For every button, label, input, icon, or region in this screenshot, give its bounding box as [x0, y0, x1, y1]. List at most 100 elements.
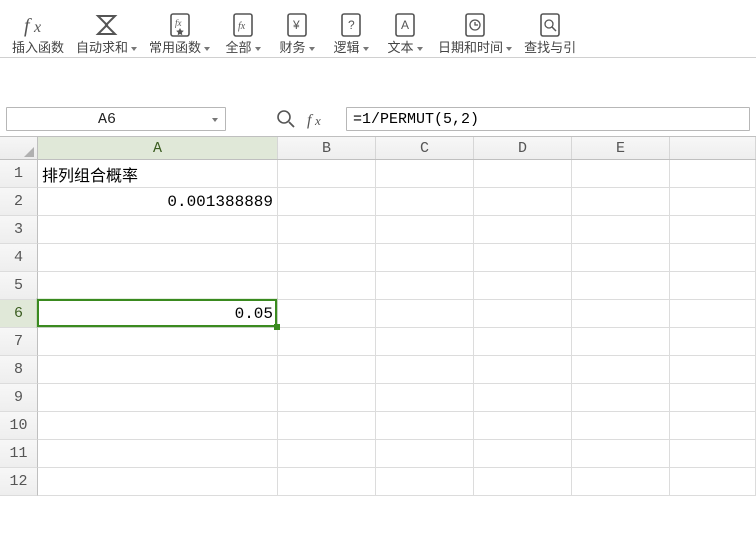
cell-D7[interactable]: [474, 328, 572, 356]
row-header-8[interactable]: 8: [0, 356, 38, 384]
row-header-11[interactable]: 11: [0, 440, 38, 468]
column-header-D[interactable]: D: [474, 137, 572, 159]
insert-function-button[interactable]: f x 插入函数: [6, 0, 70, 56]
cell-B5[interactable]: [278, 272, 376, 300]
date-time-functions-button[interactable]: 日期和时间: [432, 0, 518, 56]
column-header-C[interactable]: C: [376, 137, 474, 159]
cell-C5[interactable]: [376, 272, 474, 300]
formula-input[interactable]: =1/PERMUT(5,2): [346, 107, 750, 131]
cell-E12[interactable]: [572, 468, 670, 496]
cell-B11[interactable]: [278, 440, 376, 468]
cell-D1[interactable]: [474, 160, 572, 188]
cell-D2[interactable]: [474, 188, 572, 216]
all-functions-button[interactable]: fx 全部: [216, 0, 270, 56]
cell-C7[interactable]: [376, 328, 474, 356]
row-header-5[interactable]: 5: [0, 272, 38, 300]
cell-C2[interactable]: [376, 188, 474, 216]
cell-A9[interactable]: [38, 384, 278, 412]
row-header-1[interactable]: 1: [0, 160, 38, 188]
cell-C1[interactable]: [376, 160, 474, 188]
cell-A4[interactable]: [38, 244, 278, 272]
cell-E11[interactable]: [572, 440, 670, 468]
column-header-E[interactable]: E: [572, 137, 670, 159]
cell-B7[interactable]: [278, 328, 376, 356]
cell-A1[interactable]: 排列组合概率: [38, 160, 278, 188]
cell-extra[interactable]: [670, 412, 756, 440]
cell-C6[interactable]: [376, 300, 474, 328]
cell-extra[interactable]: [670, 300, 756, 328]
row-header-12[interactable]: 12: [0, 468, 38, 496]
cell-A7[interactable]: [38, 328, 278, 356]
cell-extra[interactable]: [670, 160, 756, 188]
cell-A2[interactable]: 0.001388889: [38, 188, 278, 216]
cell-D4[interactable]: [474, 244, 572, 272]
cell-E5[interactable]: [572, 272, 670, 300]
select-all-corner[interactable]: [0, 137, 38, 159]
text-functions-button[interactable]: A 文本: [378, 0, 432, 56]
row-header-2[interactable]: 2: [0, 188, 38, 216]
cell-D9[interactable]: [474, 384, 572, 412]
cell-A6[interactable]: 0.05: [38, 300, 278, 328]
cell-B3[interactable]: [278, 216, 376, 244]
cell-A12[interactable]: [38, 468, 278, 496]
row-header-10[interactable]: 10: [0, 412, 38, 440]
cell-extra[interactable]: [670, 244, 756, 272]
zoom-formula-icon[interactable]: [276, 109, 296, 129]
cell-B8[interactable]: [278, 356, 376, 384]
fx-formula-icon[interactable]: f x: [306, 109, 330, 129]
cell-D6[interactable]: [474, 300, 572, 328]
logical-functions-button[interactable]: ? 逻辑: [324, 0, 378, 56]
cell-D12[interactable]: [474, 468, 572, 496]
lookup-functions-button[interactable]: 查找与引: [518, 0, 582, 56]
cell-B10[interactable]: [278, 412, 376, 440]
cell-C11[interactable]: [376, 440, 474, 468]
cell-E3[interactable]: [572, 216, 670, 244]
row-header-6[interactable]: 6: [0, 300, 38, 328]
row-header-7[interactable]: 7: [0, 328, 38, 356]
cell-extra[interactable]: [670, 440, 756, 468]
cell-extra[interactable]: [670, 384, 756, 412]
cell-A3[interactable]: [38, 216, 278, 244]
column-header-extra[interactable]: [670, 137, 756, 159]
cell-E7[interactable]: [572, 328, 670, 356]
cell-A5[interactable]: [38, 272, 278, 300]
cell-extra[interactable]: [670, 272, 756, 300]
common-functions-button[interactable]: fx 常用函数: [143, 0, 216, 56]
cell-C10[interactable]: [376, 412, 474, 440]
name-box[interactable]: A6: [6, 107, 226, 131]
name-box-dropdown[interactable]: [207, 117, 221, 121]
cell-extra[interactable]: [670, 216, 756, 244]
cell-extra[interactable]: [670, 468, 756, 496]
row-header-9[interactable]: 9: [0, 384, 38, 412]
cell-B6[interactable]: [278, 300, 376, 328]
cell-C4[interactable]: [376, 244, 474, 272]
cell-B9[interactable]: [278, 384, 376, 412]
cell-E9[interactable]: [572, 384, 670, 412]
row-header-3[interactable]: 3: [0, 216, 38, 244]
cell-D8[interactable]: [474, 356, 572, 384]
cell-E6[interactable]: [572, 300, 670, 328]
cell-E10[interactable]: [572, 412, 670, 440]
cell-E4[interactable]: [572, 244, 670, 272]
cell-C3[interactable]: [376, 216, 474, 244]
autosum-button[interactable]: 自动求和: [70, 0, 143, 56]
cell-D5[interactable]: [474, 272, 572, 300]
cell-B12[interactable]: [278, 468, 376, 496]
cell-B1[interactable]: [278, 160, 376, 188]
cell-E1[interactable]: [572, 160, 670, 188]
column-header-A[interactable]: A: [38, 137, 278, 159]
cell-D3[interactable]: [474, 216, 572, 244]
cell-E2[interactable]: [572, 188, 670, 216]
cell-extra[interactable]: [670, 356, 756, 384]
row-header-4[interactable]: 4: [0, 244, 38, 272]
cell-B4[interactable]: [278, 244, 376, 272]
financial-functions-button[interactable]: ¥ 财务: [270, 0, 324, 56]
cell-C12[interactable]: [376, 468, 474, 496]
cell-B2[interactable]: [278, 188, 376, 216]
cell-extra[interactable]: [670, 188, 756, 216]
cell-A8[interactable]: [38, 356, 278, 384]
cell-A10[interactable]: [38, 412, 278, 440]
cell-extra[interactable]: [670, 328, 756, 356]
cell-C8[interactable]: [376, 356, 474, 384]
cell-A11[interactable]: [38, 440, 278, 468]
